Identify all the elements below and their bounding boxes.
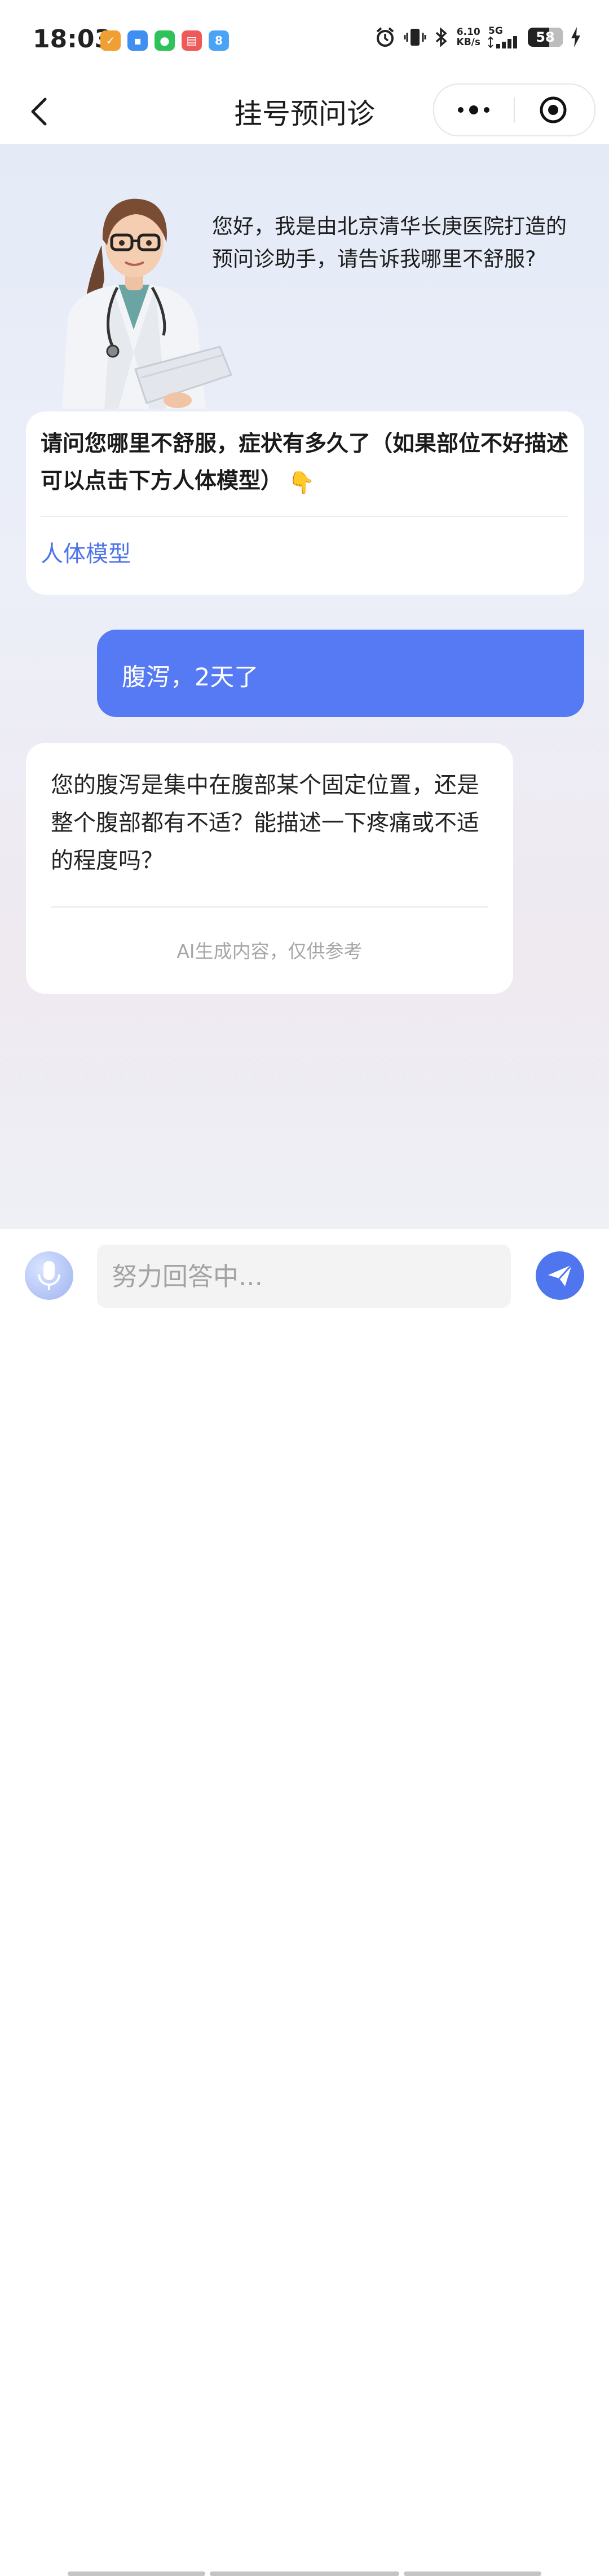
network-speed-unit: KB/s	[456, 37, 480, 48]
pointing-down-icon: 👇	[288, 470, 315, 495]
user-message-bubble: 腹泻，2天了	[97, 630, 584, 717]
wechat-app-icon: ●	[155, 30, 175, 51]
chat-area: 您好，我是由北京清华长庚医院打造的预问诊助手，请告诉我哪里不舒服? 请问您哪里不…	[0, 144, 609, 1229]
calendar-app-icon: ▤	[182, 30, 202, 51]
notification-app-icons: ✓ ▪ ● ▤ 8	[100, 30, 229, 51]
assistant-question-text: 请问您哪里不舒服，症状有多久了（如果部位不好描述可以点击下方人体模型） 👇	[41, 426, 571, 501]
cellular-status: 5G	[488, 26, 520, 48]
gesture-bar-segment	[68, 2571, 205, 2576]
status-bar: 18:03 ✓ ▪ ● ▤ 8 6.10 KB/s 5G 58	[0, 0, 609, 79]
voice-input-button[interactable]	[25, 1251, 73, 1300]
more-options-button[interactable]	[434, 85, 513, 135]
battery-indicator: 58	[528, 28, 563, 47]
taobao-app-icon: ✓	[100, 30, 121, 51]
status-indicators: 6.10 KB/s 5G 58	[374, 26, 581, 48]
signal-icon	[488, 36, 517, 48]
assistant-message-card: 请问您哪里不舒服，症状有多久了（如果部位不好描述可以点击下方人体模型） 👇 人体模…	[26, 411, 584, 595]
more-dot-icon	[469, 105, 478, 114]
user-message-text: 腹泻，2天了	[122, 663, 259, 692]
close-mini-program-icon[interactable]	[539, 96, 567, 124]
gesture-bar-segment	[404, 2571, 541, 2576]
bluetooth-icon	[435, 27, 447, 47]
microphone-icon	[38, 1261, 60, 1290]
cloud-app-icon: ▪	[127, 30, 148, 51]
battery-level: 58	[536, 29, 555, 45]
gesture-bar-segment	[210, 2571, 399, 2576]
more-dot-icon	[458, 107, 464, 113]
network-type: 5G	[488, 25, 503, 37]
alarm-icon	[376, 27, 394, 47]
ai-disclaimer: AI生成内容，仅供参考	[176, 940, 363, 962]
assistant-reply-text: 您的腹泻是集中在腹部某个固定位置，还是整个腹部都有不适？能描述一下疼痛或不适的程…	[51, 772, 479, 874]
network-speed: 6.10 KB/s	[457, 27, 480, 47]
send-button[interactable]	[536, 1251, 584, 1300]
send-plane-icon	[548, 1264, 573, 1286]
card-divider	[51, 906, 488, 908]
charging-icon	[571, 27, 580, 47]
capsule-divider	[514, 97, 515, 123]
assistant-greeting: 您好，我是由北京清华长庚医院打造的预问诊助手，请告诉我哪里不舒服?	[212, 214, 567, 271]
app-icon-8: 8	[209, 30, 229, 51]
input-bar	[0, 1229, 609, 2576]
vibrate-icon	[404, 29, 426, 46]
mini-program-capsule	[433, 83, 595, 136]
card-divider	[41, 516, 568, 517]
body-model-link[interactable]: 人体模型	[41, 535, 131, 568]
nav-bar: 挂号预问诊	[0, 79, 609, 144]
assistant-reply-card: 您的腹泻是集中在腹部某个固定位置，还是整个腹部都有不适？能描述一下疼痛或不适的程…	[26, 743, 513, 994]
message-input[interactable]	[97, 1245, 511, 1308]
network-speed-value: 6.10	[456, 26, 480, 38]
more-dot-icon	[484, 107, 489, 113]
